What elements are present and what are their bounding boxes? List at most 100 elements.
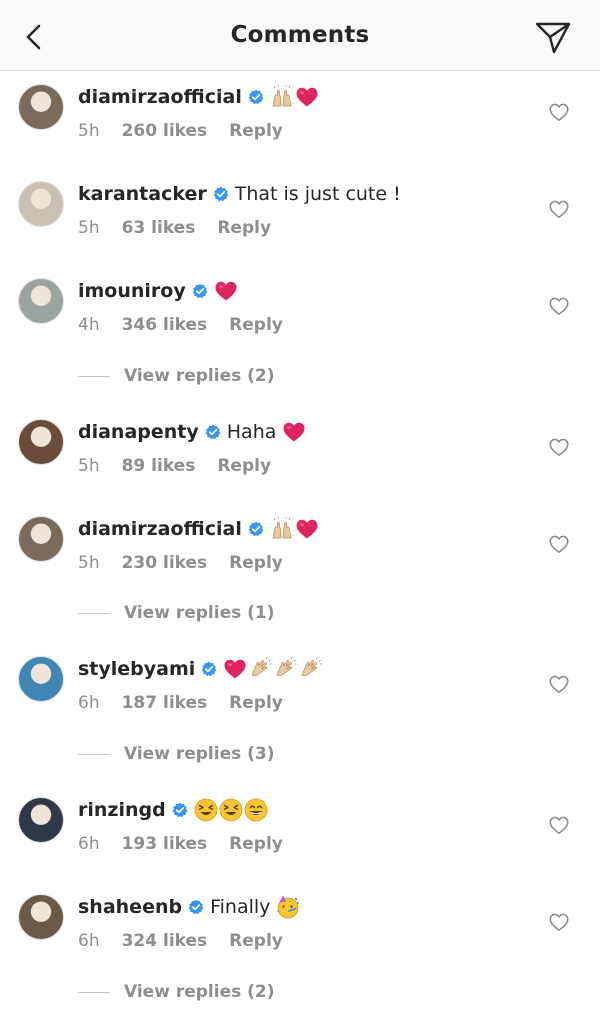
comment-body: karantacker That is just cute ! <box>78 182 407 206</box>
likes-count[interactable]: 260 likes <box>122 121 208 141</box>
reply-dash-divider <box>78 991 110 993</box>
raised-hands-emoji-icon <box>270 85 294 109</box>
heart-outline-icon[interactable] <box>548 198 570 220</box>
comment-body: dianapenty Haha <box>78 420 307 444</box>
heart-outline-icon[interactable] <box>548 911 570 933</box>
username-link[interactable]: shaheenb <box>78 895 182 919</box>
verified-badge-icon <box>172 802 188 818</box>
heart-outline-icon[interactable] <box>548 814 570 836</box>
red-heart-emoji-icon <box>295 85 319 109</box>
comment-meta: 5h 63 likes Reply <box>78 218 293 238</box>
likes-count[interactable]: 89 likes <box>122 456 196 476</box>
likes-count[interactable]: 230 likes <box>122 553 208 573</box>
view-replies-label: View replies (2) <box>124 982 275 1002</box>
reply-button[interactable]: Reply <box>229 553 283 573</box>
heart-outline-icon[interactable] <box>548 436 570 458</box>
comment-row: diamirzaofficial 5h 230 likes Reply <box>0 516 600 597</box>
heart-outline-icon[interactable] <box>548 533 570 555</box>
username-link[interactable]: imouniroy <box>78 279 186 303</box>
likes-count[interactable]: 346 likes <box>122 315 208 335</box>
verified-badge-icon <box>248 521 264 537</box>
comment-text: Haha <box>226 421 277 443</box>
comment-row: shaheenb Finally 6h 324 likes Reply <box>0 894 600 975</box>
comment-time: 6h <box>78 693 100 713</box>
avatar[interactable] <box>18 797 64 843</box>
comment-time: 5h <box>78 218 100 238</box>
likes-count[interactable]: 193 likes <box>122 834 208 854</box>
grinning-face-emoji-icon <box>244 798 268 822</box>
comment-body: stylebyami <box>78 657 323 681</box>
comment-meta: 5h 89 likes Reply <box>78 456 293 476</box>
heart-outline-icon[interactable] <box>548 101 570 123</box>
comment-body: diamirzaofficial <box>78 517 320 541</box>
comment-time: 5h <box>78 121 100 141</box>
reply-button[interactable]: Reply <box>229 834 283 854</box>
comment-time: 4h <box>78 315 100 335</box>
avatar[interactable] <box>18 894 64 940</box>
clapping-hands-emoji-icon <box>298 657 322 681</box>
red-heart-emoji-icon <box>214 279 238 303</box>
comment-row: stylebyami 6h 187 likes Reply <box>0 656 600 737</box>
page-title: Comments <box>230 22 370 48</box>
view-replies-label: View replies (2) <box>124 366 275 386</box>
reply-button[interactable]: Reply <box>217 218 271 238</box>
username-link[interactable]: diamirzaofficial <box>78 85 242 109</box>
username-link[interactable]: diamirzaofficial <box>78 517 242 541</box>
view-replies-link[interactable]: View replies (2) <box>78 366 275 386</box>
comment-text: Finally <box>210 896 271 918</box>
comment-time: 6h <box>78 931 100 951</box>
partying-face-emoji-icon <box>276 895 300 919</box>
avatar[interactable] <box>18 656 64 702</box>
verified-badge-icon <box>192 283 208 299</box>
comment-body: shaheenb Finally <box>78 895 301 919</box>
comment-row: imouniroy 4h 346 likes Reply <box>0 278 600 359</box>
red-heart-emoji-icon <box>282 420 306 444</box>
comment-row: karantacker That is just cute ! 5h 63 likes… <box>0 181 600 262</box>
reply-button[interactable]: Reply <box>229 693 283 713</box>
clapping-hands-emoji-icon <box>273 657 297 681</box>
avatar[interactable] <box>18 516 64 562</box>
red-heart-emoji-icon <box>223 657 247 681</box>
reply-button[interactable]: Reply <box>229 315 283 335</box>
view-replies-label: View replies (3) <box>124 744 275 764</box>
view-replies-link[interactable]: View replies (3) <box>78 744 275 764</box>
comment-meta: 5h 230 likes Reply <box>78 553 305 573</box>
verified-badge-icon <box>205 424 221 440</box>
verified-badge-icon <box>248 89 264 105</box>
comment-meta: 6h 187 likes Reply <box>78 693 305 713</box>
raised-hands-emoji-icon <box>270 517 294 541</box>
comment-meta: 4h 346 likes Reply <box>78 315 305 335</box>
username-link[interactable]: rinzingd <box>78 798 166 822</box>
likes-count[interactable]: 324 likes <box>122 931 208 951</box>
reply-dash-divider <box>78 753 110 755</box>
view-replies-link[interactable]: View replies (1) <box>78 603 275 623</box>
comment-row: diamirzaofficial 5h 260 likes Reply <box>0 84 600 165</box>
comment-row: dianapenty Haha 5h 89 likes Reply <box>0 419 600 500</box>
squinting-face-emoji-icon <box>219 798 243 822</box>
avatar[interactable] <box>18 419 64 465</box>
avatar[interactable] <box>18 181 64 227</box>
likes-count[interactable]: 187 likes <box>122 693 208 713</box>
red-heart-emoji-icon <box>295 517 319 541</box>
reply-dash-divider <box>78 612 110 614</box>
comment-meta: 6h 193 likes Reply <box>78 834 305 854</box>
reply-button[interactable]: Reply <box>217 456 271 476</box>
comment-time: 5h <box>78 456 100 476</box>
comment-meta: 6h 324 likes Reply <box>78 931 305 951</box>
avatar[interactable] <box>18 278 64 324</box>
username-link[interactable]: dianapenty <box>78 420 199 444</box>
clapping-hands-emoji-icon <box>248 657 272 681</box>
verified-badge-icon <box>201 661 217 677</box>
paper-plane-icon[interactable] <box>534 19 572 55</box>
avatar[interactable] <box>18 84 64 130</box>
likes-count[interactable]: 63 likes <box>122 218 196 238</box>
username-link[interactable]: karantacker <box>78 182 207 206</box>
heart-outline-icon[interactable] <box>548 295 570 317</box>
reply-button[interactable]: Reply <box>229 931 283 951</box>
comment-time: 5h <box>78 553 100 573</box>
comment-meta: 5h 260 likes Reply <box>78 121 305 141</box>
reply-button[interactable]: Reply <box>229 121 283 141</box>
heart-outline-icon[interactable] <box>548 673 570 695</box>
view-replies-link[interactable]: View replies (2) <box>78 982 275 1002</box>
username-link[interactable]: stylebyami <box>78 657 195 681</box>
